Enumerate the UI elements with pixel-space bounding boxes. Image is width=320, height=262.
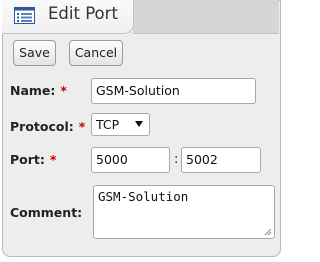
save-button[interactable]: Save xyxy=(13,40,56,66)
comment-value: GSM-Solution xyxy=(98,189,189,204)
port-range-separator: : xyxy=(174,152,179,167)
name-label-text: Name: xyxy=(10,83,56,98)
list-form-icon xyxy=(14,7,35,24)
port-end-input[interactable]: 5002 xyxy=(181,147,261,173)
protocol-select[interactable]: TCP xyxy=(91,113,150,136)
protocol-label-text: Protocol: xyxy=(10,119,74,134)
comment-textarea[interactable]: GSM-Solution xyxy=(93,185,275,239)
tab-strip-background xyxy=(133,0,279,34)
port-label-text: Port: xyxy=(10,152,45,167)
chevron-down-icon xyxy=(135,121,143,127)
port-required-mark: * xyxy=(49,152,57,167)
cancel-button[interactable]: Cancel xyxy=(69,40,123,66)
port-start-value: 5000 xyxy=(96,152,128,167)
tab-title: Edit Port xyxy=(48,4,118,23)
protocol-required-mark: * xyxy=(78,119,86,134)
name-input-value: GSM-Solution xyxy=(96,83,180,98)
port-label: Port: * xyxy=(10,152,56,167)
name-input[interactable]: GSM-Solution xyxy=(91,78,256,104)
protocol-selected-value: TCP xyxy=(96,117,120,132)
resize-grip-icon[interactable] xyxy=(264,228,272,236)
tab-edit-port[interactable]: Edit Port xyxy=(2,0,134,34)
port-start-input[interactable]: 5000 xyxy=(91,147,170,173)
name-required-mark: * xyxy=(60,83,67,98)
protocol-label: Protocol: * xyxy=(10,119,85,134)
comment-label-text: Comment: xyxy=(10,205,83,220)
port-end-value: 5002 xyxy=(186,152,218,167)
comment-label: Comment: xyxy=(10,205,82,220)
name-label: Name: * xyxy=(10,83,67,98)
